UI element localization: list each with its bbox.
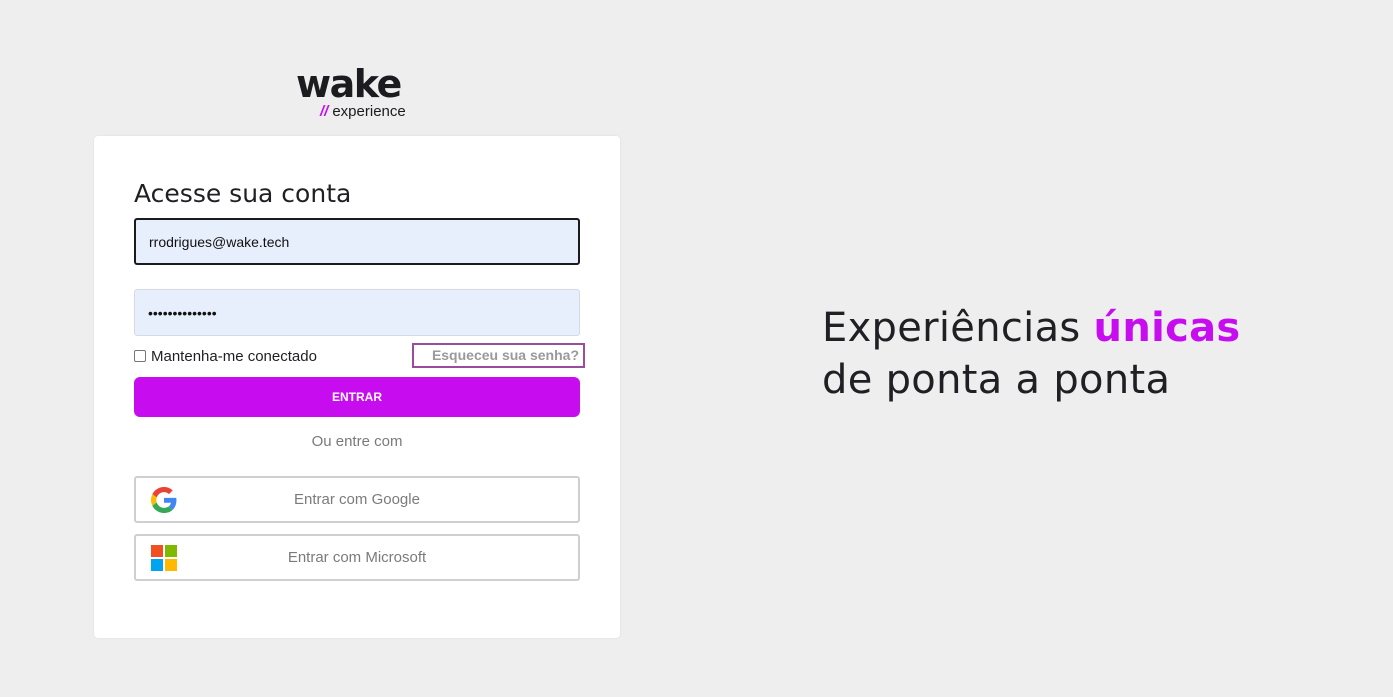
remember-label: Mantenha-me conectado: [151, 347, 317, 365]
logo-wordmark: wake: [296, 62, 402, 106]
tagline-line-1-text: Experiências: [822, 305, 1094, 351]
login-card: Acesse sua conta Mantenha-me conectado E…: [94, 136, 620, 638]
wake-logo: wake //experience: [296, 62, 420, 124]
enter-button[interactable]: ENTRAR: [134, 377, 580, 417]
microsoft-logo-blue-square: [151, 559, 163, 571]
microsoft-logo-icon: [151, 545, 177, 571]
google-logo-icon: [151, 487, 177, 513]
tagline-line-1: Experiências únicas: [822, 302, 1241, 354]
tagline-accent-word: únicas: [1093, 305, 1241, 351]
microsoft-sign-in-label: Entrar com Microsoft: [287, 549, 427, 566]
microsoft-logo-yellow-square: [165, 559, 177, 571]
google-sign-in-button[interactable]: Entrar com Google: [134, 476, 580, 523]
login-title: Acesse sua conta: [134, 179, 352, 208]
logo-slashes: //: [320, 103, 329, 120]
tagline-line-2: de ponta a ponta: [822, 357, 1171, 403]
forgot-password-link[interactable]: Esqueceu sua senha?: [412, 343, 585, 368]
microsoft-sign-in-button[interactable]: Entrar com Microsoft: [134, 534, 580, 581]
logo-subtitle: //experience: [320, 103, 406, 121]
hero-tagline: Experiências únicas de ponta a ponta: [822, 302, 1241, 406]
microsoft-logo-green-square: [165, 545, 177, 557]
microsoft-logo-red-square: [151, 545, 163, 557]
logo-sub-text: experience: [332, 103, 406, 120]
email-field[interactable]: [134, 218, 580, 265]
or-sign-in-with-label: Ou entre com: [311, 433, 403, 450]
google-sign-in-label: Entrar com Google: [294, 491, 420, 508]
password-field[interactable]: [134, 289, 580, 336]
remember-checkbox[interactable]: [134, 350, 146, 362]
remember-me[interactable]: Mantenha-me conectado: [134, 346, 317, 366]
